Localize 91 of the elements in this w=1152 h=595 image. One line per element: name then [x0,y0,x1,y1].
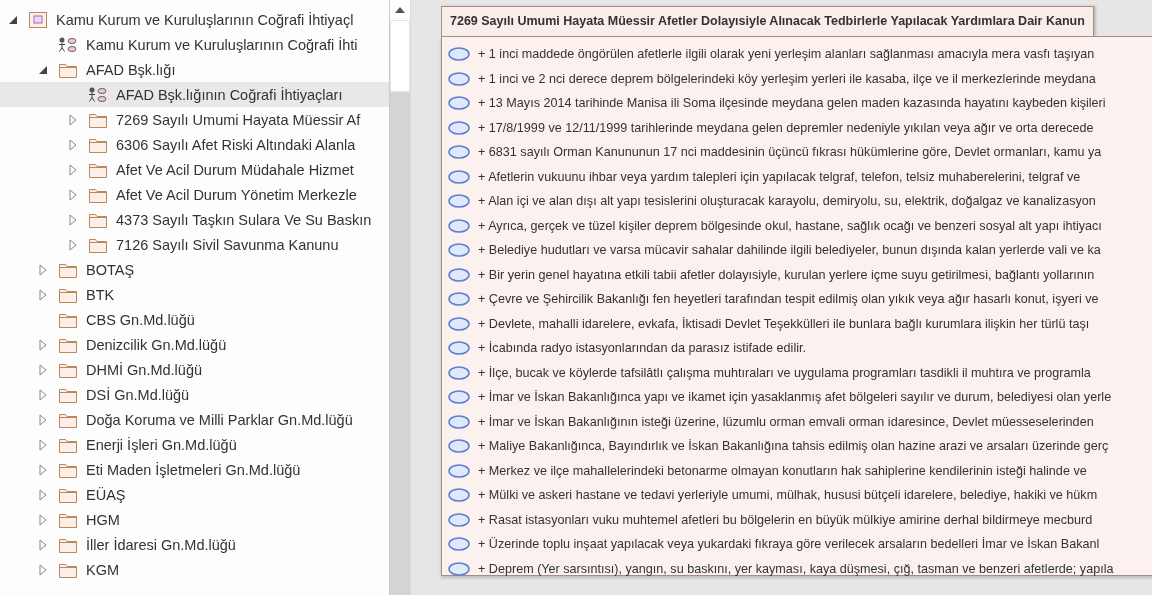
use-case-label: + 13 Mayıs 2014 tarihinde Manisa ili Soma ilçesinde meydana gelen maden kazasında hayatını kaybeden kişileri [478,96,1106,111]
expand-arrow-icon[interactable] [38,538,48,551]
use-case-icon [448,267,470,282]
expand-arrow-icon[interactable] [38,563,48,576]
use-case-label: + Mülki ve askeri hastane ve tedavi yerleriyle umumi, mülhak, hususi bütçeli idarelere, belediye, hakiki ve hükm [478,488,1098,503]
tree-item[interactable]: Eti Maden İşletmeleri Gn.Md.lüğü [0,457,389,482]
tree-item[interactable]: DHMİ Gn.Md.lüğü [0,357,389,382]
tree-item[interactable]: HGM [0,507,389,532]
use-case-icon [448,169,470,184]
tree-item[interactable]: 7126 Sayılı Sivil Savunma Kanunu [0,232,389,257]
use-case-icon [448,71,470,86]
actor-use-case-icon [88,85,108,104]
expand-arrow-icon[interactable] [68,238,78,251]
use-case-label: + İlçe, bucak ve köylerde tafsilâtlı çalışma muhtıraları ve uygulama programları tasdikli il muhtıra ve programla [478,365,1091,380]
use-case-label: + İcabında radyo istasyonlarından da parasız istifade edilir. [478,341,806,356]
expand-arrow-icon[interactable] [38,363,48,376]
use-case-label: + 17/8/1999 ve 12/11/1999 tarihlerinde meydana gelen depremler nedeniyle yıkılan veya ağır ve orta derecede [478,120,1094,135]
use-case-label: + Üzerinde toplu inşaat yapılacak veya yukardaki fıkraya göre verilecek arsaların bedelleri İmar ve İskan Bakanl [478,537,1100,552]
use-case-icon [448,47,470,62]
expand-arrow-icon[interactable] [68,213,78,226]
package-icon [28,10,48,29]
use-case-icon [448,341,470,356]
expand-arrow-icon[interactable] [38,338,48,351]
use-case-label: + Rasat istasyonları vuku muhtemel afetleri bu bölgelerin en büyük mülkiye amirine derhal bildirmeye mecburd [478,512,1093,527]
use-case-icon [448,292,470,307]
use-case-label: + Ayrıca, gerçek ve tüzel kişiler deprem bölgesinde okul, hastane, sağlık ocağı ve benzeri sosyal alt yapı ihtiyacı [478,218,1102,233]
tree-item[interactable]: Afet Ve Acil Durum Yönetim Merkezle [0,182,389,207]
expand-arrow-icon[interactable] [38,288,48,301]
use-case-label: + Devlete, mahalli idarelere, evkafa, İktisadi Devlet Teşekkülleri ile bunlara bağlı kurumlara ilişkin her türlü taşı [478,316,1090,331]
tree-item[interactable]: EÜAŞ [0,482,389,507]
tree-item[interactable]: İller İdaresi Gn.Md.lüğü [0,532,389,557]
expand-arrow-icon[interactable] [38,488,48,501]
tree-item[interactable]: AFAD Bşk.lığı [0,57,389,82]
use-case-label: + Merkez ve ilçe mahallelerindeki betonarme olmayan konutların hak sahiplerine kendilerinin isteği halinde ve [478,463,1087,478]
use-case-icon [448,145,470,160]
tree-item[interactable]: Afet Ve Acil Durum Müdahale Hizmet [0,157,389,182]
tree-item[interactable]: 4373 Sayılı Taşkın Sulara Ve Su Baskın [0,207,389,232]
use-case-icon [448,316,470,331]
package-title: 7269 Sayılı Umumi Hayata Müessir Afetler Dolayısiyle Alınacak Tedbirlerle Yapılacak Yardımlara Dair Kanun [441,6,1094,36]
scroll-up-button[interactable] [390,0,410,20]
use-case-label: + 6831 sayılı Orman Kanununun 17 nci maddesinin üçüncü fıkrası hükümlerine göre, Devlet ormanları, kamu ya [478,145,1102,160]
use-case-label: + İmar ve İskan Bakanlığınca yapı ve ikamet için yasaklanmış afet bölgeleri sayılır ve durum, belediyesi olan yerle [478,390,1112,405]
expand-arrow-icon[interactable] [68,188,78,201]
use-case-label: + 1 inci ve 2 nci derece deprem bölgelerindeki köy yerleşim yerleri ile kasaba, ilçe ve il merkezlerinde meydana [478,71,1096,86]
use-case-label: + Maliye Bakanlığınca, Bayındırlık ve İskan Bakanlığına tahsis edilmiş olan hazine arazi ve arsaları üzerinde gerç [478,439,1109,454]
expand-arrow-icon[interactable] [38,263,48,276]
use-case-icon [448,194,470,209]
tree-item[interactable]: AFAD Bşk.lığının Coğrafi İhtiyaçları [0,82,389,107]
expand-arrow-icon[interactable] [38,388,48,401]
use-case-icon [448,512,470,527]
use-case-icon [448,537,470,552]
expand-arrow-icon[interactable] [68,138,78,151]
use-case-label: + Çevre ve Şehircilik Bakanlığı fen heyetleri tarafından tespit edilmiş olan yıkık veya ağır hasarlı konut, işyeri ve [478,292,1099,307]
expand-arrow-icon[interactable] [38,463,48,476]
use-case-icon [448,463,470,478]
expand-arrow-icon[interactable] [68,113,78,126]
tree-item[interactable]: BOTAŞ [0,257,389,282]
expand-arrow-icon[interactable] [38,413,48,426]
use-case-label: + 1 inci maddede öngörülen afetlerle ilgili olarak yeni yerleşim alanları sağlanması amacıyla mera vasfı taşıyan [478,47,1095,62]
use-case-icon [448,120,470,135]
use-case-icon [448,243,470,258]
tree-item[interactable]: CBS Gn.Md.lüğü [0,307,389,332]
scrollbar-thumb[interactable] [390,20,410,92]
tree-item[interactable]: Kamu Kurum ve Kuruluşlarının Coğrafi İhtiyaçl [0,7,389,32]
actor-use-case-icon [58,35,78,54]
tree-item[interactable]: KGM [0,557,389,582]
use-case-icon [448,218,470,233]
use-case-icon [448,561,470,576]
use-case-label: + Alan içi ve alan dışı alt yapı tesislerini oluşturacak karayolu, demiryolu, su, elektrik, doğalgaz ve kanalizasyon [478,194,1096,209]
expand-arrow-icon[interactable] [38,438,48,451]
tree-item[interactable]: 6306 Sayılı Afet Riski Altındaki Alanla [0,132,389,157]
tree-item[interactable]: Doğa Koruma ve Milli Parklar Gn.Md.lüğü [0,407,389,432]
tree-item[interactable]: Denizcilik Gn.Md.lüğü [0,332,389,357]
use-case-icon [448,414,470,429]
tree-item[interactable]: 7269 Sayılı Umumi Hayata Müessir Af [0,107,389,132]
use-case-label: + Afetlerin vukuunu ihbar veya yardım talepleri için yapılacak telgraf, telefon, telsiz muhaberelerini, telgraf ve [478,169,1081,184]
use-case-label: + Deprem (Yer sarsıntısı), yangın, su baskını, yer kayması, kaya düşmesi, çığ, tasman ve benzeri afetlerde; yapıla [478,561,1114,576]
use-case-label: + Belediye hudutları ve varsa mücavir sahalar dahilinde ilgili belediyeler, bunun dışında kalan yerlerde vali ve ka [478,243,1101,258]
use-case-icon [448,365,470,380]
tree-item[interactable]: Enerji İşleri Gn.Md.lüğü [0,432,389,457]
expand-arrow-icon[interactable] [38,513,48,526]
expand-arrow-icon[interactable] [68,163,78,176]
use-case-label: + İmar ve İskan Bakanlığının isteği üzerine, lüzumlu orman emvali orman idaresince, Devlet müesseselerinden [478,414,1094,429]
use-case-label: + Bir yerin genel hayatına etkili tabii afetler dolayısiyle, kurulan yerlere içme suyu getirilmesi, bağlantı yollarının [478,267,1095,282]
tree-item[interactable]: DSİ Gn.Md.lüğü [0,382,389,407]
use-case-icon [448,96,470,111]
tree-item[interactable]: Kamu Kurum ve Kuruluşlarının Coğrafi İhti [0,32,389,57]
use-case-icon [448,439,470,454]
tree-item[interactable]: BTK [0,282,389,307]
use-case-icon [448,390,470,405]
use-case-icon [448,488,470,503]
